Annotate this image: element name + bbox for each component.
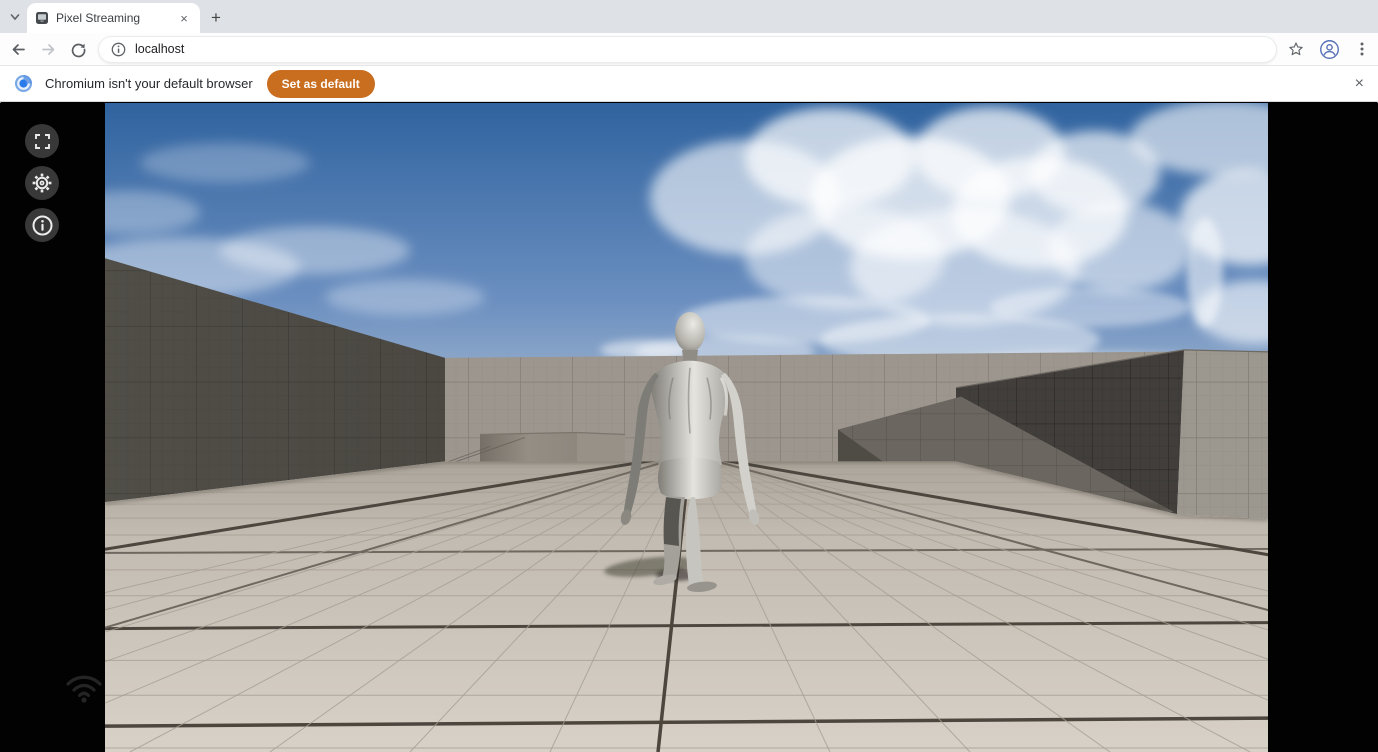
omnibox[interactable]: localhost (98, 36, 1277, 63)
forward-arrow-icon (40, 41, 57, 58)
new-tab-button[interactable]: + (206, 7, 226, 27)
menu-button[interactable] (1354, 41, 1370, 57)
reload-icon (70, 41, 87, 58)
browser-tab[interactable]: Pixel Streaming × (27, 3, 200, 33)
tab-close-button[interactable]: × (176, 10, 192, 26)
wifi-icon (64, 671, 104, 708)
back-button[interactable] (6, 37, 30, 61)
gear-icon (31, 172, 53, 194)
browser-window: Pixel Streaming × + (0, 0, 1378, 752)
infobar-message: Chromium isn't your default browser (45, 76, 253, 91)
default-browser-infobar: Chromium isn't your default browser Set … (0, 65, 1378, 102)
tab-strip: Pixel Streaming × + (0, 0, 1378, 33)
floor (105, 461, 1268, 752)
forward-button[interactable] (36, 37, 60, 61)
fullscreen-button[interactable] (25, 124, 59, 158)
stream-scene (105, 103, 1268, 752)
reload-button[interactable] (66, 37, 90, 61)
back-arrow-icon (10, 41, 27, 58)
tab-title: Pixel Streaming (56, 11, 176, 25)
settings-button[interactable] (25, 166, 59, 200)
toolbar-actions (1287, 39, 1370, 60)
set-default-button[interactable]: Set as default (267, 70, 375, 98)
chevron-down-icon (9, 11, 21, 23)
tab-favicon (35, 11, 49, 25)
chromium-logo-icon (14, 74, 33, 93)
stream-viewport[interactable] (105, 103, 1268, 752)
profile-button[interactable] (1319, 39, 1340, 60)
bookmark-star-button[interactable] (1287, 40, 1305, 58)
tab-search-button[interactable] (6, 8, 24, 26)
info-button[interactable] (25, 208, 59, 242)
info-icon (32, 215, 53, 236)
site-info-icon[interactable] (111, 42, 126, 57)
browser-toolbar: localhost (0, 33, 1378, 65)
fullscreen-icon (34, 133, 51, 150)
infobar-close-button[interactable]: × (1355, 76, 1364, 92)
page-content (0, 103, 1378, 752)
url-text: localhost (135, 42, 184, 56)
